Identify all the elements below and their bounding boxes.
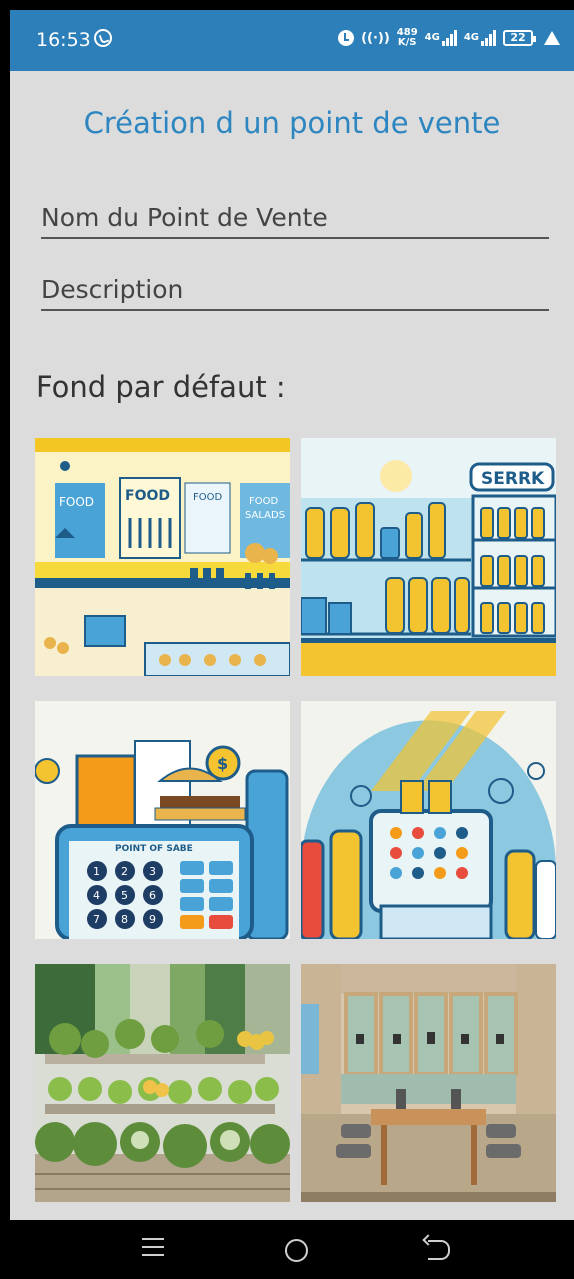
drinks-shelf-illustration: SERRK (301, 438, 556, 676)
page-title: Création d un point de vente (83, 106, 501, 140)
background-option-drinks-shelf[interactable]: SERRK (301, 438, 556, 676)
pos-screen-dot (456, 867, 468, 879)
food-sign-1: FOOD (59, 495, 94, 509)
point-of-sale-terminal-illustration: $ POINT OF SABE 1 2 3 4 5 6 7 8 9 (35, 701, 290, 939)
pos-side-key (180, 897, 204, 911)
pos-key-label: 9 (149, 913, 156, 926)
pos-key-label: 1 (93, 865, 100, 878)
pos-side-key (209, 861, 233, 875)
status-time: 16:53 (36, 29, 91, 51)
pos-key-label: 2 (121, 865, 128, 878)
pos-screen-dot (434, 847, 446, 859)
pos-key-label: 3 (149, 865, 156, 878)
hotspot-icon: ((·)) (361, 30, 390, 46)
pos-terminal-bottles-illustration (301, 701, 556, 939)
network-type-1: 4G (424, 32, 440, 43)
speed-unit: K/S (397, 37, 417, 48)
pos-key-label: 7 (93, 913, 100, 926)
pos-screen-dot (456, 847, 468, 859)
screen: 16:53 ((·)) 489 K/S 4G 4G 22 Création d … (10, 10, 574, 1279)
network-speed: 489 K/S (397, 28, 418, 48)
signal-icon-sim1: 4G (425, 26, 457, 50)
menu-icon[interactable] (142, 1238, 164, 1260)
network-type-2: 4G (463, 32, 479, 43)
background-option-vegetable-market[interactable] (35, 964, 290, 1202)
pos-screen-dot (390, 827, 402, 839)
background-option-electronics-store[interactable] (301, 964, 556, 1202)
food-shop-illustration: FOOD FOOD FOOD FOOD SALADS (35, 438, 290, 676)
food-sign-3: FOOD (193, 492, 222, 503)
point-of-sale-name-input[interactable] (41, 197, 549, 239)
pos-side-key (180, 879, 204, 893)
navigation-bar (10, 1220, 574, 1279)
pos-screen-dot (390, 847, 402, 859)
default-background-label: Fond par défaut : (36, 370, 286, 404)
pos-side-key (209, 879, 233, 893)
pos-side-key (180, 915, 204, 929)
pos-screen-dot (434, 867, 446, 879)
electronics-store-photo (301, 964, 556, 1202)
status-icons: ((·)) 489 K/S 4G 4G 22 (338, 26, 560, 50)
pos-key-label: 5 (121, 889, 128, 902)
alarm-icon (338, 26, 355, 50)
home-icon[interactable] (285, 1239, 308, 1262)
vegetable-market-photo (35, 964, 290, 1202)
pos-screen-dot (412, 827, 424, 839)
back-icon[interactable] (428, 1240, 450, 1260)
status-bar: 16:53 ((·)) 489 K/S 4G 4G 22 (10, 10, 574, 71)
background-option-food-shop[interactable]: FOOD FOOD FOOD FOOD SALADS (35, 438, 290, 676)
pos-screen-label: POINT OF SABE (115, 844, 193, 854)
flask-icon (544, 31, 560, 45)
whatsapp-icon (94, 29, 112, 47)
background-option-pos-terminal[interactable]: $ POINT OF SABE 1 2 3 4 5 6 7 8 9 (35, 701, 290, 939)
pos-screen-dot (434, 827, 446, 839)
pos-key-label: 8 (121, 913, 128, 926)
food-sign-2: FOOD (125, 488, 170, 504)
pos-key-label: 4 (93, 889, 100, 902)
description-input[interactable] (41, 269, 549, 311)
pos-screen-dot (412, 847, 424, 859)
background-option-pos-bottles[interactable] (301, 701, 556, 939)
svg-text:$: $ (217, 754, 228, 773)
pos-screen-dot (390, 867, 402, 879)
pos-side-key (180, 861, 204, 875)
battery-icon: 22 (503, 30, 536, 46)
food-sign-4: FOOD (249, 496, 278, 507)
drinks-sign: SERRK (481, 469, 545, 489)
pos-side-key (209, 915, 233, 929)
pos-screen-dot (456, 827, 468, 839)
pos-side-key (209, 897, 233, 911)
food-sign-5: SALADS (245, 510, 285, 521)
signal-icon-sim2: 4G (464, 26, 496, 50)
pos-key-label: 6 (149, 889, 156, 902)
pos-screen-dot (412, 867, 424, 879)
